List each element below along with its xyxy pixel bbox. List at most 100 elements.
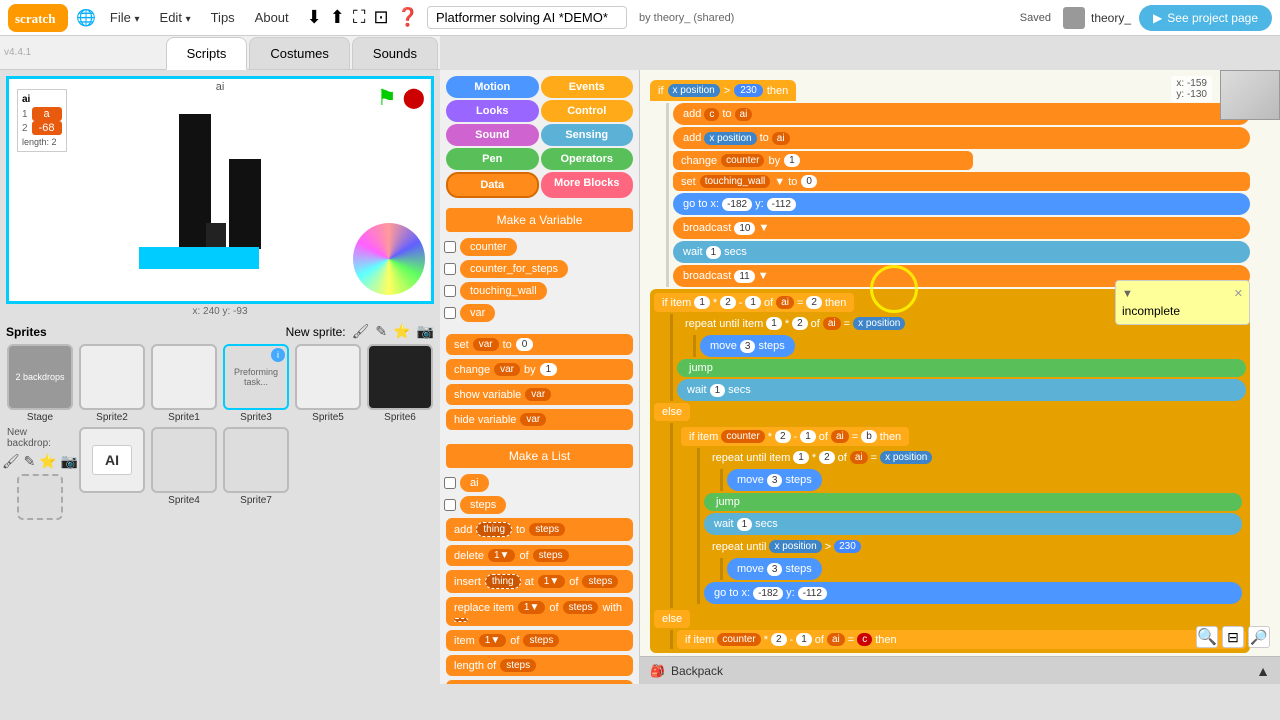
- menu-tips[interactable]: Tips: [205, 6, 241, 29]
- block-change-counter[interactable]: change counter by 1: [673, 151, 973, 170]
- block-delete-of[interactable]: delete 1▼ of steps: [446, 545, 633, 566]
- block-change-var[interactable]: change var by 1: [446, 359, 633, 380]
- make-list-button[interactable]: Make a List: [446, 444, 633, 468]
- block-hide-var[interactable]: hide variable var: [446, 409, 633, 430]
- help-icon[interactable]: ❓: [397, 7, 419, 28]
- block-if-item-c[interactable]: if item counter * 2 - 1 of ai = c then: [677, 630, 1246, 649]
- block-broadcast-10[interactable]: broadcast 10 ▼: [673, 217, 1250, 239]
- fullscreen-icon[interactable]: ⛶: [353, 7, 366, 28]
- upload-icon[interactable]: ⬆: [330, 7, 345, 28]
- see-project-button[interactable]: ▶ See project page: [1139, 5, 1272, 31]
- paint-sprite-icon[interactable]: 🖌: [352, 323, 370, 340]
- category-operators[interactable]: Operators: [541, 148, 634, 170]
- sprite-box-sprite6[interactable]: [367, 344, 433, 410]
- block-add-thing[interactable]: add thing to steps: [446, 518, 633, 541]
- note-close[interactable]: ✕: [1234, 287, 1243, 300]
- block-insert-thing[interactable]: insert thing at 1▼ of steps: [446, 570, 633, 593]
- list-block-steps[interactable]: steps: [460, 496, 506, 514]
- surprise-sprite-icon[interactable]: ⭐: [393, 323, 410, 340]
- block-goto-xy[interactable]: go to x: -182 y: -112: [673, 193, 1250, 215]
- project-name-input[interactable]: [427, 6, 627, 29]
- category-motion[interactable]: Motion: [446, 76, 539, 98]
- block-wait-1[interactable]: wait 1 secs: [673, 241, 1250, 263]
- zoom-reset-button[interactable]: ⊟: [1222, 626, 1244, 648]
- tab-scripts[interactable]: Scripts: [166, 37, 248, 70]
- category-sensing[interactable]: Sensing: [541, 124, 634, 146]
- block-wait-1-3[interactable]: wait 1 secs: [704, 513, 1242, 535]
- category-control[interactable]: Control: [541, 100, 634, 122]
- list-block-ai[interactable]: ai: [460, 474, 489, 492]
- sprite-box-ai[interactable]: AI: [79, 427, 145, 493]
- backpack-chevron[interactable]: ▲: [1256, 663, 1270, 679]
- tab-costumes[interactable]: Costumes: [249, 37, 350, 69]
- var-check-counter[interactable]: [444, 241, 456, 253]
- var-block-counter-steps[interactable]: counter_for_steps: [460, 260, 568, 278]
- username[interactable]: theory_: [1091, 11, 1131, 25]
- green-flag-button[interactable]: ⚑: [377, 85, 397, 111]
- var-block-counter[interactable]: counter: [460, 238, 517, 256]
- stop-button[interactable]: ⬤: [403, 85, 425, 111]
- block-move-3-3[interactable]: move 3 steps: [727, 558, 822, 580]
- block-add-c-ai[interactable]: add c to ai: [673, 103, 1250, 125]
- block-repeat-xpos[interactable]: repeat until x position > 230: [704, 537, 1242, 556]
- block-wait-1-2[interactable]: wait 1 secs: [677, 379, 1246, 401]
- menu-file[interactable]: File ▾: [104, 6, 146, 29]
- category-sound[interactable]: Sound: [446, 124, 539, 146]
- block-if-counter[interactable]: if item counter * 2 - 1 of ai = b then: [681, 427, 909, 446]
- paint-backdrop-icon[interactable]: 🖌: [2, 453, 20, 470]
- var-block-touching-wall[interactable]: touching_wall: [460, 282, 547, 300]
- globe-icon[interactable]: 🌐: [76, 8, 96, 28]
- make-variable-button[interactable]: Make a Variable: [446, 208, 633, 232]
- block-set-var[interactable]: set var to 0: [446, 334, 633, 355]
- list-check-ai[interactable]: [444, 477, 456, 489]
- zoom-in-button[interactable]: 🔍: [1196, 626, 1218, 648]
- block-move-3-2[interactable]: move 3 steps: [727, 469, 822, 491]
- category-events[interactable]: Events: [541, 76, 634, 98]
- var-check-touching-wall[interactable]: [444, 285, 456, 297]
- sprite-box-sprite2[interactable]: [79, 344, 145, 410]
- block-add-xpos-ai[interactable]: add x position to ai: [673, 127, 1250, 149]
- camera-backdrop-icon[interactable]: 📷: [61, 453, 78, 470]
- sprite-box-sprite4[interactable]: [151, 427, 217, 493]
- sprite-box-sprite3[interactable]: i Preformingtask...: [223, 344, 289, 410]
- category-data[interactable]: Data: [446, 172, 539, 198]
- block-contains[interactable]: steps contains thing: [446, 680, 633, 684]
- sprite-box-sprite1[interactable]: [151, 344, 217, 410]
- list-check-steps[interactable]: [444, 499, 456, 511]
- shrink-icon[interactable]: ⊡: [373, 7, 388, 28]
- block-jump-1[interactable]: jump: [677, 359, 1246, 377]
- sprite-info-icon[interactable]: i: [271, 348, 285, 362]
- zoom-out-button[interactable]: 🔎: [1248, 626, 1270, 648]
- download-icon[interactable]: ⬇: [307, 7, 322, 28]
- sprite-box-stage[interactable]: 2 backdrops: [7, 344, 73, 410]
- block-goto-xy-2[interactable]: go to x: -182 y: -112: [704, 582, 1242, 604]
- block-if-item-wrap: if item 1 * 2 - 1 of ai = 2 then repeat …: [650, 289, 1250, 653]
- edit-backdrop-icon[interactable]: ✎: [24, 453, 36, 470]
- sprite-box-sprite7[interactable]: [223, 427, 289, 493]
- var-block-var[interactable]: var: [460, 304, 495, 322]
- block-if-item[interactable]: if item 1 * 2 - 1 of ai = 2 then: [654, 293, 854, 312]
- category-moreblocks[interactable]: More Blocks: [541, 172, 634, 198]
- upload-sprite-icon[interactable]: 📷: [417, 323, 434, 340]
- tab-sounds[interactable]: Sounds: [352, 37, 438, 69]
- block-length-of[interactable]: length of steps: [446, 655, 633, 676]
- block-show-var[interactable]: show variable var: [446, 384, 633, 405]
- block-jump-2[interactable]: jump: [704, 493, 1242, 511]
- block-item-of[interactable]: item 1▼ of steps: [446, 630, 633, 651]
- var-check-var[interactable]: [444, 307, 456, 319]
- menu-edit[interactable]: Edit ▾: [154, 6, 197, 29]
- block-move-3-1[interactable]: move 3 steps: [700, 335, 795, 357]
- category-pen[interactable]: Pen: [446, 148, 539, 170]
- block-if-xpos[interactable]: if x position > 230 then: [650, 80, 796, 101]
- block-replace-item[interactable]: replace item 1▼ of steps with: [446, 597, 633, 626]
- surprise-backdrop-icon[interactable]: ⭐: [39, 453, 56, 470]
- block-set-touching[interactable]: set touching_wall ▼ to 0: [673, 172, 1250, 191]
- backdrop-thumb[interactable]: [17, 474, 63, 520]
- category-looks[interactable]: Looks: [446, 100, 539, 122]
- var-check-counter-steps[interactable]: [444, 263, 456, 275]
- sprite-box-sprite5[interactable]: [295, 344, 361, 410]
- backpack-bar[interactable]: 🎒 Backpack ▲: [640, 656, 1280, 684]
- edit-sprite-icon[interactable]: ✎: [375, 323, 387, 340]
- block-repeat-until-2[interactable]: repeat until item 1 * 2 of ai = x positi…: [704, 448, 1242, 467]
- menu-about[interactable]: About: [249, 6, 295, 29]
